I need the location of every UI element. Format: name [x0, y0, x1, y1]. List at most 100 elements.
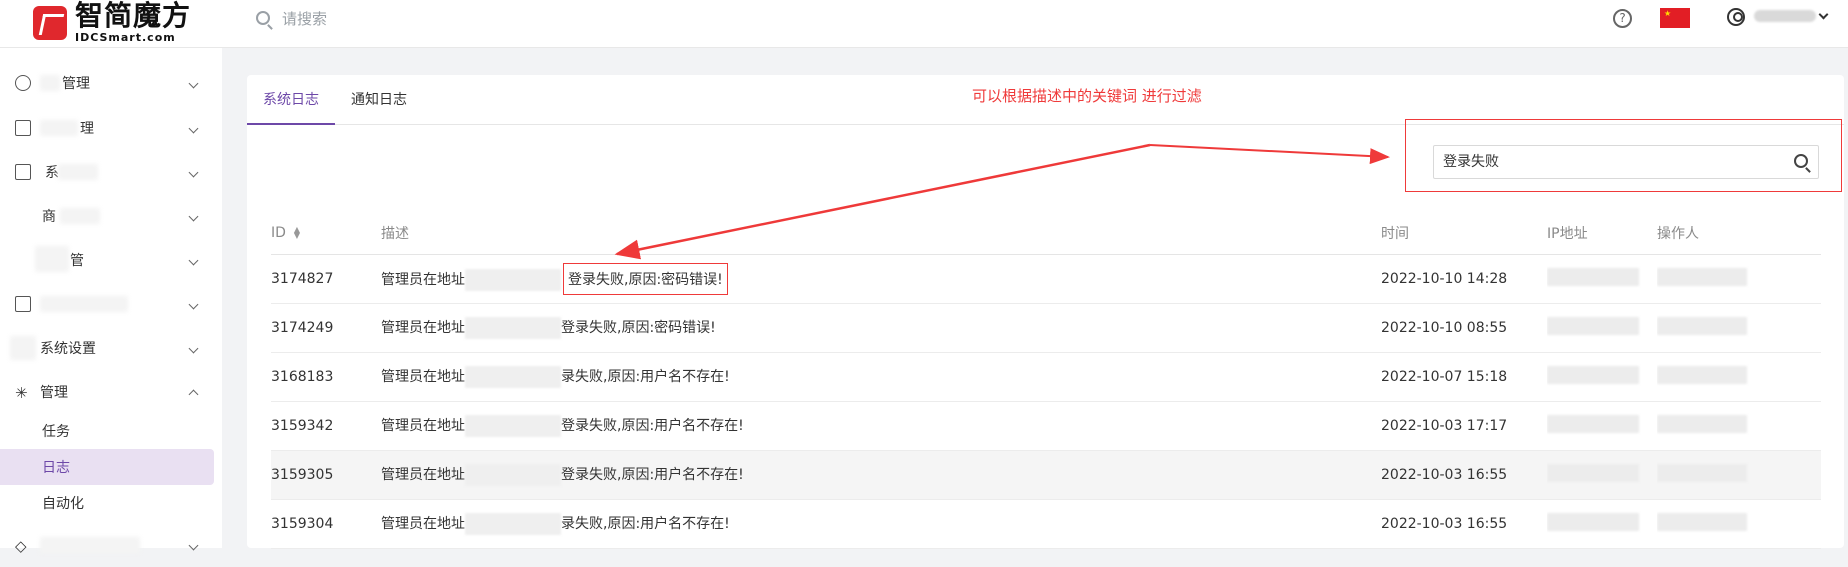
redacted-ip-in-description — [465, 268, 561, 291]
redacted-ip — [1547, 365, 1639, 384]
row-ip — [1547, 401, 1657, 451]
row-operator — [1657, 352, 1821, 402]
redacted-user-name[interactable] — [1754, 10, 1816, 22]
brand-logo-mark-icon — [33, 5, 67, 40]
redacted-ip — [1547, 463, 1639, 482]
redacted-operator — [1657, 316, 1747, 335]
sidebar-item-3[interactable]: 系 — [0, 150, 222, 194]
finance-icon — [15, 252, 31, 268]
sidebar-subitem-automation[interactable]: 自动化 — [0, 485, 214, 521]
redaction-mask — [58, 164, 98, 180]
row-description: 管理员在地址 录失败,原因:用户名不存在! — [381, 499, 1381, 549]
table-row[interactable]: 3174249 管理员在地址 登录失败,原因:密码错误! 2022-10-10 0… — [271, 303, 1821, 353]
table-row[interactable]: 3159305 管理员在地址 登录失败,原因:用户名不存在! 2022-10-03… — [271, 450, 1821, 500]
sidebar-item-9[interactable]: ◇ — [0, 523, 222, 567]
product-icon — [15, 208, 31, 224]
chevron-down-icon[interactable] — [1818, 9, 1829, 20]
table-row[interactable]: 3159342 管理员在地址 登录失败,原因:用户名不存在! 2022-10-03… — [271, 401, 1821, 451]
brand-logo[interactable]: 智简魔方 IDCSmart.com — [33, 2, 191, 43]
logs-card: 系统日志 通知日志 可以根据描述中的关键词 进行过滤 登录失败 ID ▲ ▼ 描述 … — [247, 75, 1844, 549]
sidebar-item-label: 理 — [80, 121, 94, 137]
sidebar-subitem-label: 自动化 — [42, 496, 84, 512]
help-icon[interactable]: ? — [1613, 9, 1632, 28]
table-row[interactable]: 3174827 管理员在地址 登录失败,原因:密码错误! 2022-10-10 1… — [271, 254, 1821, 304]
box-icon — [15, 164, 31, 180]
column-header-description: 描述 — [381, 212, 1381, 255]
grid-icon — [15, 296, 31, 312]
chevron-down-icon — [188, 299, 199, 309]
sidebar-item-4[interactable]: 商 — [0, 194, 222, 238]
table-row[interactable]: 3159304 管理员在地址 录失败,原因:用户名不存在! 2022-10-03 … — [271, 499, 1821, 549]
china-flag-icon[interactable] — [1660, 8, 1690, 28]
brand-name-cn: 智简魔方 — [75, 0, 192, 32]
sidebar-subitem-log[interactable]: 日志 — [0, 449, 214, 485]
chevron-down-icon — [188, 540, 199, 550]
document-icon — [15, 120, 31, 136]
sidebar-item-label: 管 — [70, 253, 84, 269]
row-id: 3159305 — [271, 450, 381, 500]
sidebar-item-system-settings[interactable]: 系统设置 — [0, 326, 222, 370]
redacted-ip-in-description — [465, 316, 561, 339]
sidebar-item-label: 系 — [45, 165, 59, 181]
sidebar-item-6[interactable] — [0, 282, 222, 326]
chevron-down-icon — [188, 167, 199, 177]
row-operator — [1657, 450, 1821, 500]
redaction-mask — [35, 246, 69, 272]
user-avatar-icon[interactable] — [1727, 8, 1745, 26]
redaction-mask — [40, 120, 78, 136]
row-ip — [1547, 450, 1657, 500]
row-time: 2022-10-10 14:28 — [1381, 254, 1547, 304]
redacted-operator — [1657, 414, 1747, 433]
column-header-id[interactable]: ID ▲ ▼ — [271, 212, 381, 255]
row-time: 2022-10-03 17:17 — [1381, 401, 1547, 451]
redacted-ip-in-description — [465, 414, 561, 437]
redacted-ip-in-description — [465, 365, 561, 388]
row-ip — [1547, 352, 1657, 402]
sidebar-item-management-expanded[interactable]: ✳ 管理 — [0, 370, 222, 414]
sidebar-item-user-management[interactable]: 管理 — [0, 61, 222, 105]
sidebar-item-5[interactable]: 管 — [0, 238, 222, 282]
redacted-operator — [1657, 463, 1747, 482]
row-operator — [1657, 303, 1821, 353]
row-operator — [1657, 401, 1821, 451]
redaction-mask — [40, 75, 60, 91]
tab-notification-log[interactable]: 通知日志 — [351, 75, 407, 125]
row-id: 3168183 — [271, 352, 381, 402]
sidebar-item-label: 管理 — [62, 76, 90, 92]
sidebar-subitem-label: 任务 — [42, 424, 70, 440]
row-time: 2022-10-07 15:18 — [1381, 352, 1547, 402]
redacted-ip — [1547, 316, 1639, 335]
row-id: 3174827 — [271, 254, 381, 304]
redaction-mask — [10, 336, 36, 360]
row-time: 2022-10-03 16:55 — [1381, 499, 1547, 549]
sort-icon[interactable]: ▲ ▼ — [294, 225, 300, 239]
row-id: 3159304 — [271, 499, 381, 549]
log-table: ID ▲ ▼ 描述 时间 IP地址 操作人 3174827 管理员在地址 登录失败,原… — [271, 212, 1821, 549]
table-row[interactable]: 3168183 管理员在地址 录失败,原因:用户名不存在! 2022-10-07 … — [271, 352, 1821, 402]
log-filter-input[interactable]: 登录失败 — [1433, 145, 1819, 179]
sidebar-subitem-task[interactable]: 任务 — [0, 413, 214, 449]
redacted-operator — [1657, 512, 1747, 531]
row-time: 2022-10-10 08:55 — [1381, 303, 1547, 353]
chevron-down-icon — [188, 255, 199, 265]
column-header-operator: 操作人 — [1657, 212, 1821, 255]
layers-icon: ◇ — [15, 537, 27, 555]
chevron-down-icon — [188, 123, 199, 133]
brand-name-en: IDCSmart.com — [75, 31, 176, 44]
top-header: 智简魔方 IDCSmart.com 请搜索 ? — [0, 0, 1848, 48]
chevron-down-icon — [188, 78, 199, 88]
redacted-ip — [1547, 512, 1639, 531]
row-operator — [1657, 254, 1821, 304]
redaction-mask — [60, 208, 100, 224]
log-filter-value: 登录失败 — [1443, 154, 1499, 170]
sidebar-item-2[interactable]: 理 — [0, 106, 222, 150]
search-icon[interactable] — [1794, 154, 1808, 168]
chevron-down-icon — [188, 343, 199, 353]
chevron-up-icon — [188, 389, 199, 399]
row-description: 管理员在地址 登录失败,原因:密码错误! — [381, 303, 1381, 353]
global-search[interactable]: 请搜索 — [256, 7, 327, 29]
column-header-time: 时间 — [1381, 212, 1547, 255]
row-time: 2022-10-03 16:55 — [1381, 450, 1547, 500]
tab-system-log[interactable]: 系统日志 — [247, 75, 335, 125]
sidebar-item-label: 商 — [42, 209, 56, 225]
